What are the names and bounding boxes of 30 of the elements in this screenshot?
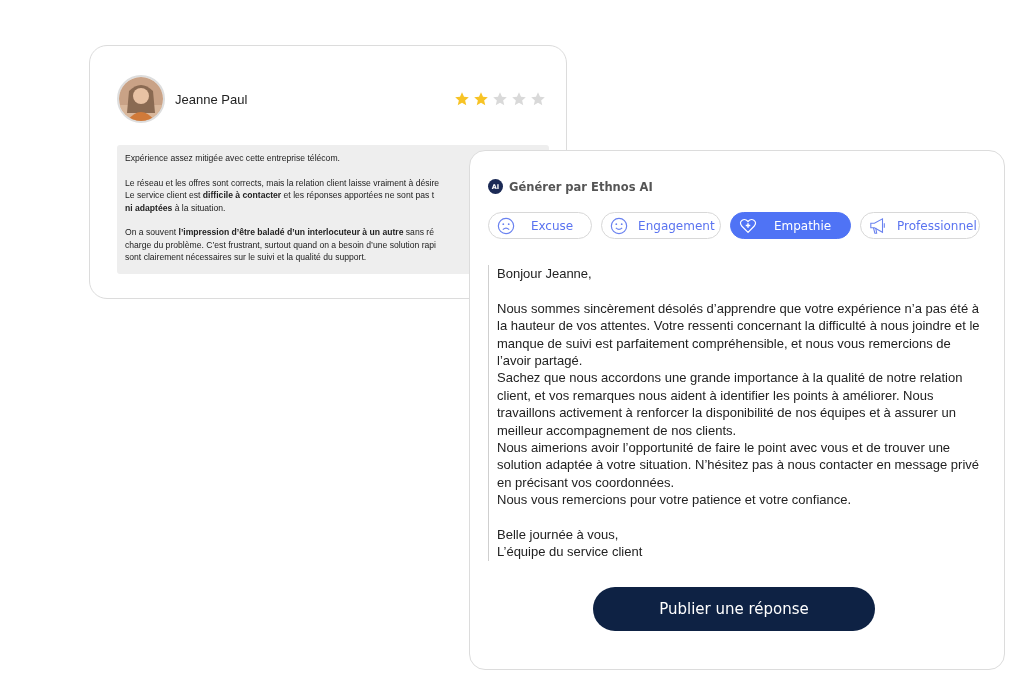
reply-paragraph: Nous aimerions avoir l’opportunité de faire le point avec vous et de trouver une solution adaptée à votre situation. N’hésitez pas à nous contacter en message privé en précisant vos coordonnées. bbox=[497, 439, 980, 492]
closing-line: L’équipe du service client bbox=[497, 543, 644, 561]
empty-star-icon bbox=[530, 91, 546, 107]
empty-star-icon bbox=[511, 91, 527, 107]
closing-line: Belle journée à vous, bbox=[497, 526, 620, 544]
filled-star-icon bbox=[454, 91, 470, 107]
reviewer-name: Jeanne Paul bbox=[175, 91, 249, 107]
reply-paragraph: Sachez que nous accordons une grande importance à la qualité de notre relation client, et vos remarques nous aident à identifier les points à améliorer. Nous travaillons activement à renforcer la disponibilité de nos équipes et à assurer un meilleur accompagnement de nos clients. bbox=[497, 369, 964, 440]
tone-tab[interactable]: Empathie bbox=[730, 212, 851, 239]
review-line: sont clairement nécessaires sur le suivi et la qualité du support. bbox=[125, 251, 367, 264]
review-line: Le service client est difficile à contacter et les réponses apportées ne sont pas t bbox=[125, 189, 435, 202]
review-line: Expérience assez mitigée avec cette entreprise télécom. bbox=[125, 152, 340, 165]
reply-paragraph: Nous vous remercions pour votre patience et votre confiance. bbox=[497, 491, 853, 509]
tone-tab[interactable]: Engagement bbox=[601, 212, 722, 239]
review-line: Le réseau et les offres sont corrects, mais la relation client laisse vraiment à désire bbox=[125, 176, 440, 189]
greeting-text: Bonjour Jeanne, bbox=[497, 265, 593, 283]
filled-star-icon bbox=[473, 91, 489, 107]
review-line: ni adaptées à la situation. bbox=[125, 201, 226, 214]
tone-tab[interactable]: Professionnel bbox=[860, 212, 980, 239]
smiley-face-icon bbox=[610, 216, 629, 235]
generator-title: Générer par Ethnos AI bbox=[509, 179, 653, 194]
publish-button[interactable]: Publier une réponse bbox=[593, 586, 875, 631]
megaphone-icon bbox=[869, 216, 887, 235]
review-line: charge du problème. C’est frustrant, surtout quand on a besoin d’une solution rapi bbox=[125, 238, 436, 251]
review-line: On a souvent l’impression d’être baladé d’un interlocuteur à un autre sans ré bbox=[125, 226, 434, 239]
tone-tab[interactable]: Excuse bbox=[488, 212, 593, 239]
empty-star-icon bbox=[492, 91, 508, 107]
heart-plus-icon bbox=[739, 216, 758, 235]
sad-face-icon bbox=[497, 216, 515, 235]
reply-paragraph: Nous sommes sincèrement désolés d’apprendre que votre expérience n’a pas été à la hauteur de vos attentes. Votre ressenti concernant la difficulté à nous joindre et le manque de suivi est parfaitement compréhensible, et nous vous remercions de l’avoir partagé. bbox=[497, 299, 981, 370]
